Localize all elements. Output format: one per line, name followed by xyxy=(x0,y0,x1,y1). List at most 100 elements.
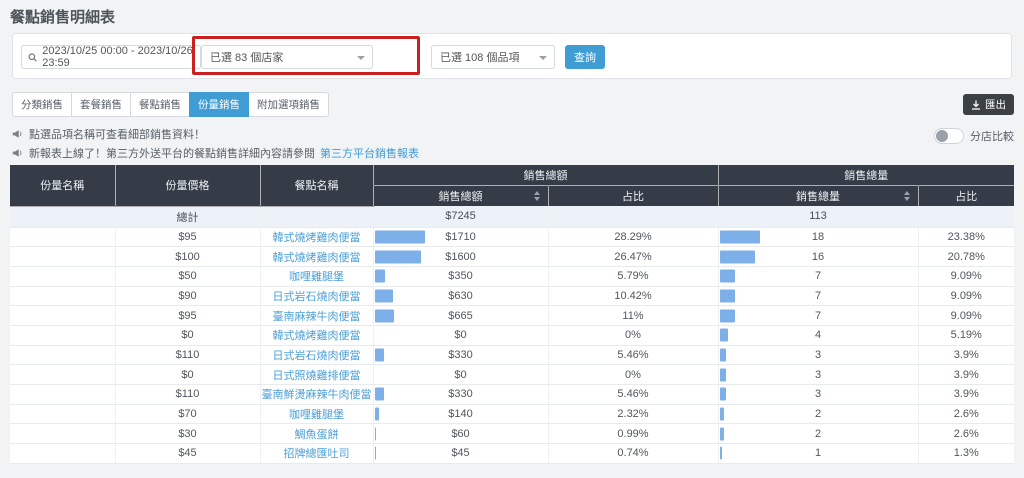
amount-bar xyxy=(375,427,377,440)
qty-pct-cell: 5.19% xyxy=(918,325,1014,345)
qty-bar xyxy=(720,427,724,440)
portion-price-cell: $110 xyxy=(115,345,260,365)
amount-bar xyxy=(375,270,385,283)
meal-name-link[interactable]: 日式照燒雞排便當 xyxy=(273,370,361,382)
qty-pct-cell: 23.38% xyxy=(918,227,1014,247)
qty-value: 2 xyxy=(815,408,821,420)
portion-price-cell: $95 xyxy=(115,306,260,326)
qty-bar xyxy=(720,250,756,263)
amount-bar xyxy=(375,289,393,302)
table-row: $95 臺南麻辣牛肉便當 $665 11% 7 9.09% xyxy=(10,306,1014,326)
qty-bar xyxy=(720,368,727,381)
amount-pct-cell: 5.79% xyxy=(548,266,718,286)
item-select[interactable]: 已選 108 個品項 xyxy=(431,45,555,69)
meal-name-link[interactable]: 臺南麻辣牛肉便當 xyxy=(273,311,361,323)
meal-name-link[interactable]: 臺南鮮燙麻辣牛肉便當 xyxy=(262,389,372,401)
qty-value: 7 xyxy=(815,290,821,302)
portion-name-cell xyxy=(10,345,115,365)
store-select[interactable]: 已選 83 個店家 xyxy=(201,45,373,69)
meal-name-link[interactable]: 韓式燒烤雞肉便當 xyxy=(273,232,361,244)
qty-pct-cell: 9.09% xyxy=(918,286,1014,306)
portion-name-cell xyxy=(10,266,115,286)
portion-price-cell: $0 xyxy=(115,325,260,345)
col-portion-name: 份量名稱 xyxy=(10,165,115,206)
qty-value: 1 xyxy=(815,447,821,459)
tab-meal-sales[interactable]: 餐點銷售 xyxy=(130,92,190,117)
portion-price-cell: $0 xyxy=(115,365,260,385)
meal-name-link[interactable]: 咖哩雞腿堡 xyxy=(289,409,344,421)
search-button[interactable]: 查詢 xyxy=(565,45,605,69)
qty-value: 4 xyxy=(815,329,821,341)
portion-name-cell xyxy=(10,404,115,424)
meal-name-link[interactable]: 韓式燒烤雞肉便當 xyxy=(273,330,361,342)
amount-pct-cell: 10.42% xyxy=(548,286,718,306)
meal-name-link[interactable]: 日式岩石燒肉便當 xyxy=(273,350,361,362)
amount-bar xyxy=(375,309,394,322)
portion-price-cell: $45 xyxy=(115,444,260,464)
portion-price-cell: $110 xyxy=(115,385,260,405)
export-button[interactable]: 匯出 xyxy=(963,94,1014,115)
portion-name-cell xyxy=(10,325,115,345)
total-empty-cell xyxy=(10,206,115,227)
megaphone-icon xyxy=(12,147,24,159)
portion-name-cell xyxy=(10,286,115,306)
amount-value: $330 xyxy=(448,388,472,400)
qty-bar xyxy=(720,230,760,243)
amount-value: $630 xyxy=(448,290,472,302)
amount-pct-cell: 0% xyxy=(548,325,718,345)
branch-compare-toggle[interactable] xyxy=(934,128,964,144)
sort-amount-icon[interactable] xyxy=(534,191,540,201)
amount-bar xyxy=(375,230,425,243)
qty-pct-cell: 9.09% xyxy=(918,306,1014,326)
portion-price-cell: $90 xyxy=(115,286,260,306)
amount-bar xyxy=(375,447,376,460)
portion-name-cell xyxy=(10,444,115,464)
portion-price-cell: $30 xyxy=(115,424,260,444)
report-page: 餐點銷售明細表 2023/10/25 00:00 - 2023/10/26 23… xyxy=(0,0,1024,478)
amount-value: $330 xyxy=(448,349,472,361)
tab-category-sales[interactable]: 分類銷售 xyxy=(12,92,72,117)
qty-bar xyxy=(720,388,727,401)
meal-name-link[interactable]: 韓式燒烤雞肉便當 xyxy=(273,252,361,264)
amount-value: $665 xyxy=(448,310,472,322)
meal-name-link[interactable]: 鯛魚蛋餅 xyxy=(295,429,339,441)
date-range-value: 2023/10/25 00:00 - 2023/10/26 23:59 xyxy=(42,45,194,69)
amount-pct-cell: 26.47% xyxy=(548,247,718,267)
portion-name-cell xyxy=(10,424,115,444)
tab-addon-sales[interactable]: 附加選項銷售 xyxy=(248,92,329,117)
third-party-report-link[interactable]: 第三方平台銷售報表 xyxy=(320,145,419,161)
amount-pct-cell: 2.32% xyxy=(548,404,718,424)
qty-value: 16 xyxy=(812,251,824,263)
sort-qty-icon[interactable] xyxy=(904,191,910,201)
portion-name-cell xyxy=(10,385,115,405)
date-range-input[interactable]: 2023/10/25 00:00 - 2023/10/26 23:59 xyxy=(21,45,201,69)
tab-combo-sales[interactable]: 套餐銷售 xyxy=(71,92,131,117)
qty-pct-cell: 20.78% xyxy=(918,247,1014,267)
table-row: $110 臺南鮮燙麻辣牛肉便當 $330 5.46% 3 3.9% xyxy=(10,385,1014,405)
amount-value: $0 xyxy=(454,369,466,381)
tab-portion-sales[interactable]: 份量銷售 xyxy=(189,92,249,117)
total-empty-cell xyxy=(260,206,373,227)
total-amount: $7245 xyxy=(373,206,548,227)
qty-pct-cell: 2.6% xyxy=(918,424,1014,444)
col-meal-name: 餐點名稱 xyxy=(260,165,373,206)
meal-name-link[interactable]: 招牌總匯吐司 xyxy=(284,448,350,460)
meal-name-link[interactable]: 咖哩雞腿堡 xyxy=(289,271,344,283)
export-button-label: 匯出 xyxy=(985,97,1006,112)
amount-bar xyxy=(375,388,385,401)
qty-bar xyxy=(720,270,736,283)
qty-pct-cell: 3.9% xyxy=(918,385,1014,405)
table-body: 總計 $7245 113 $95 韓式燒烤雞肉便當 $1710 28.29% 1… xyxy=(10,206,1014,463)
qty-bar xyxy=(720,408,724,421)
amount-pct-cell: 28.29% xyxy=(548,227,718,247)
qty-value: 3 xyxy=(815,388,821,400)
col-amount-pct: 占比 xyxy=(548,185,718,206)
amount-value: $0 xyxy=(454,329,466,341)
meal-name-link[interactable]: 日式岩石燒肉便當 xyxy=(273,291,361,303)
amount-value: $350 xyxy=(448,270,472,282)
qty-pct-cell: 3.9% xyxy=(918,365,1014,385)
qty-pct-cell: 3.9% xyxy=(918,345,1014,365)
filter-bar: 2023/10/25 00:00 - 2023/10/26 23:59 已選 8… xyxy=(12,33,1012,79)
item-select-value: 已選 108 個品項 xyxy=(440,49,519,65)
table-row: $30 鯛魚蛋餅 $60 0.99% 2 2.6% xyxy=(10,424,1014,444)
